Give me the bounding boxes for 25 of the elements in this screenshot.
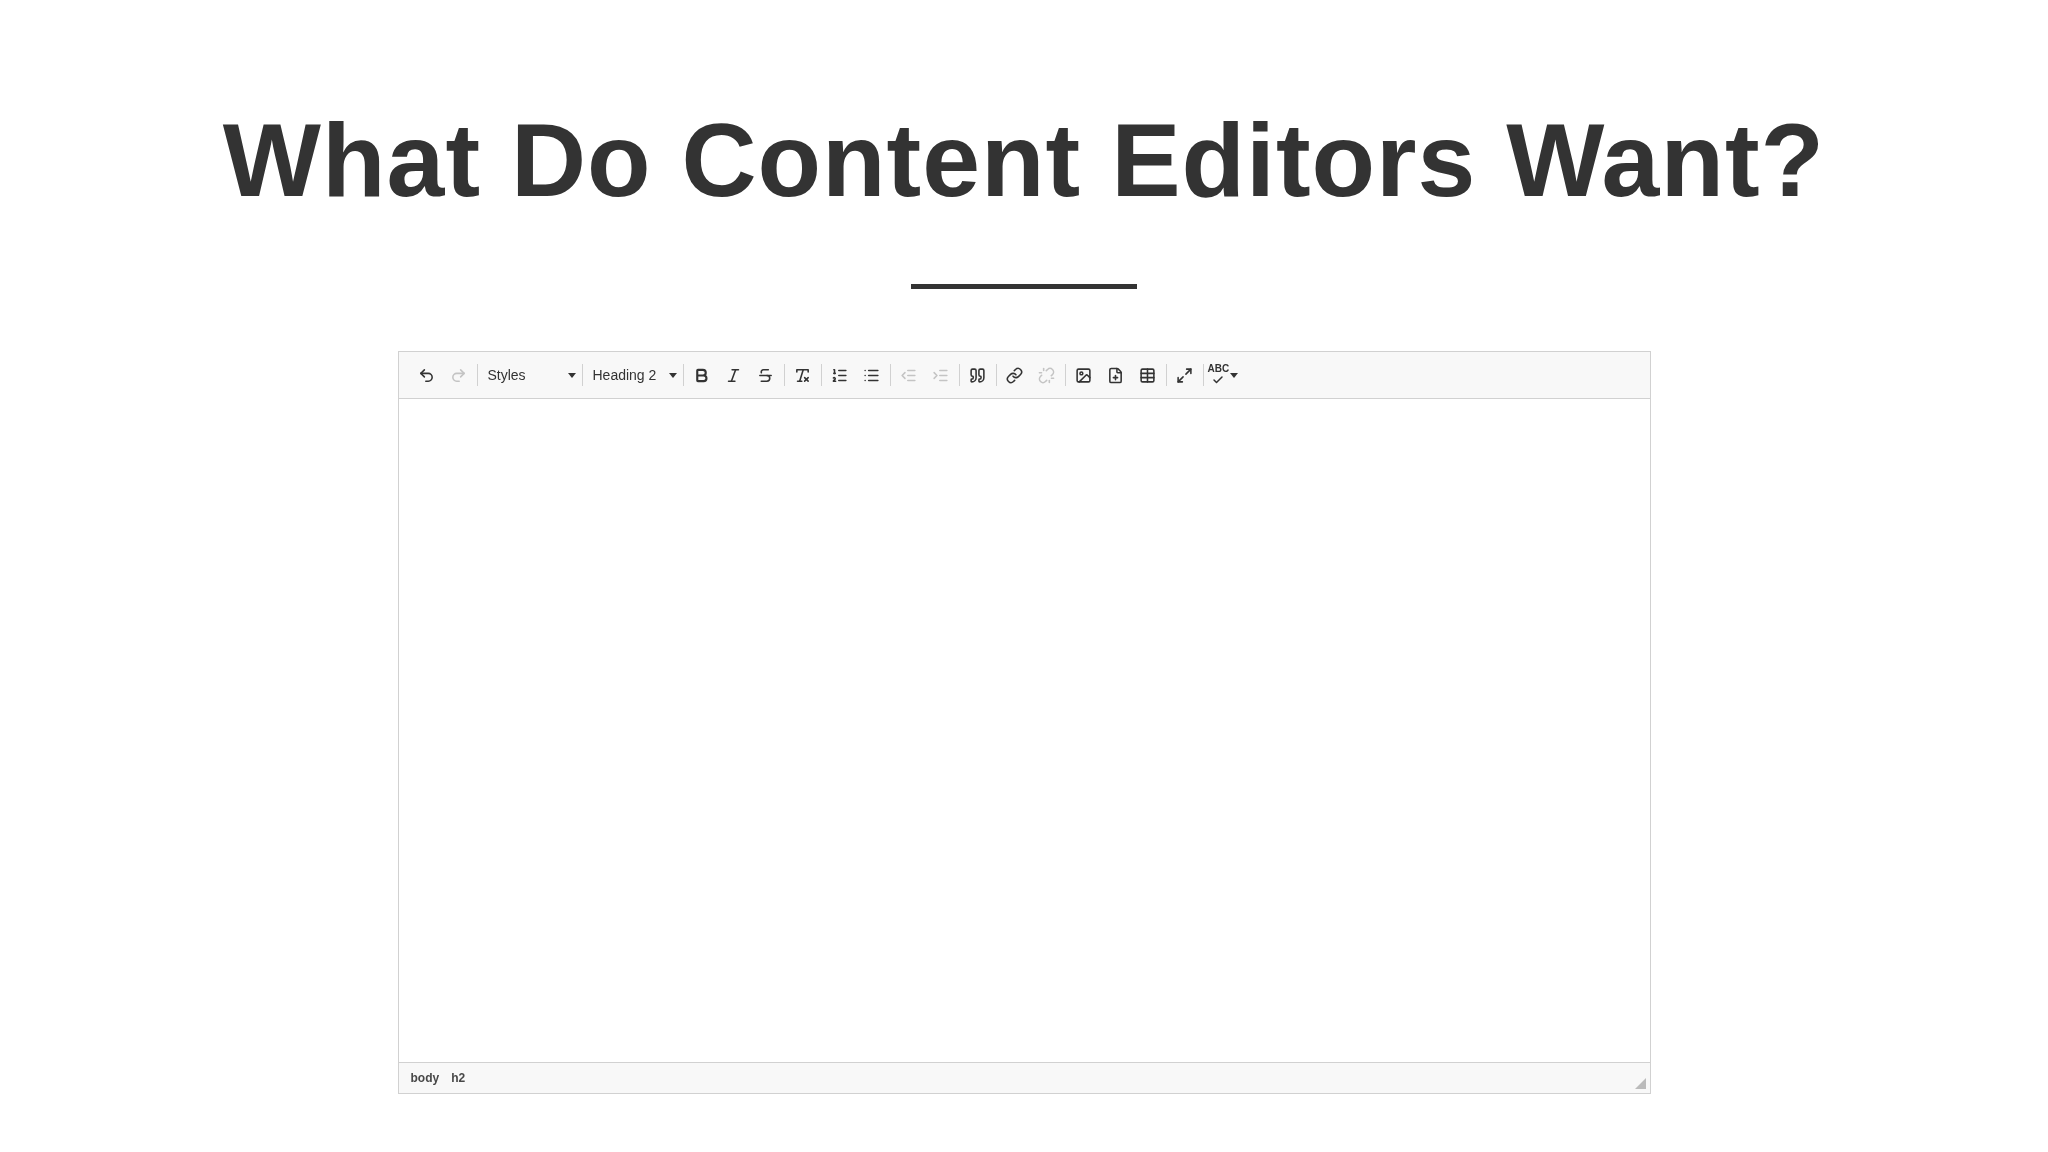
resize-grip-icon[interactable] [1634, 1078, 1646, 1089]
table-icon [1139, 366, 1156, 384]
undo-icon [418, 366, 435, 384]
redo-icon [450, 366, 467, 384]
numbered-list-icon [831, 366, 848, 384]
format-dropdown[interactable]: Styles [477, 361, 582, 389]
unlink-icon [1038, 366, 1055, 384]
format-dropdown[interactable]: Heading 2 [582, 361, 683, 389]
link-icon [1006, 366, 1023, 384]
clear-format-icon [794, 366, 811, 384]
document-plus-icon [1107, 366, 1124, 384]
spellcheck-button[interactable]: ABC [1203, 360, 1243, 390]
strikethrough-icon [757, 366, 774, 384]
element-path-link[interactable]: h2 [451, 1071, 466, 1085]
bold-icon [693, 366, 710, 384]
caret-icon [668, 372, 677, 378]
caret-icon [567, 372, 576, 378]
check-icon [1212, 374, 1225, 386]
caret-icon [1230, 372, 1239, 378]
element-path-link[interactable]: body [410, 1071, 440, 1085]
quote-icon [969, 366, 986, 384]
italic-icon [725, 366, 742, 384]
image-icon [1075, 366, 1092, 384]
maximize-icon [1176, 366, 1193, 384]
slide-title: What Do Content Editors Want? [222, 108, 1826, 212]
